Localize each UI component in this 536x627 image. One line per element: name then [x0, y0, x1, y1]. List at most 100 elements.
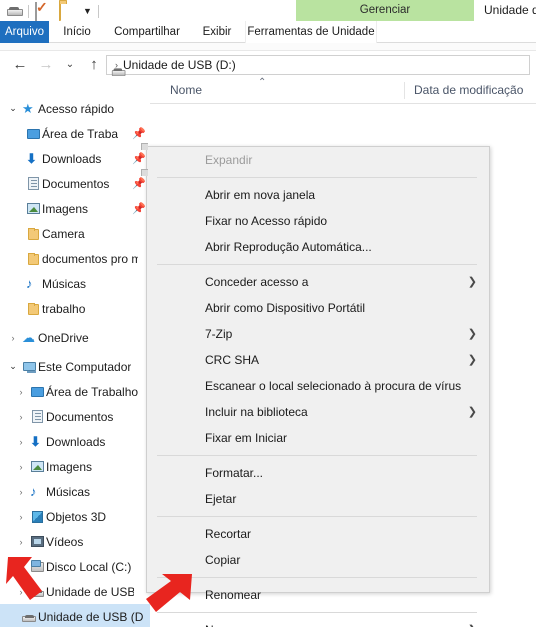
sidebar-item-label: Área de Trabalho: [46, 384, 139, 399]
menu-item-novo[interactable]: Novo ❯: [147, 617, 489, 627]
chevron-down-icon[interactable]: ⌄: [6, 103, 20, 114]
window-title: Unidade de USB (D:): [484, 3, 536, 17]
sidebar-item-label: trabalho: [42, 301, 86, 316]
file-explorer-window: ▼ Gerenciar Unidade de USB (D:) Arquivo …: [0, 0, 536, 627]
sidebar-item-musicas[interactable]: ♪ Músicas: [0, 271, 150, 296]
chevron-right-icon[interactable]: ›: [14, 412, 28, 422]
sidebar-item-pc-area-de-trabalho[interactable]: › Área de Trabalho: [0, 379, 150, 404]
sidebar-item-documentos[interactable]: Documentos 📌: [0, 171, 150, 196]
menu-item-crc-sha[interactable]: CRC SHA ❯: [147, 347, 489, 373]
drive-icon[interactable]: [6, 3, 22, 19]
menu-item-abrir-reproducao-automatica[interactable]: Abrir Reprodução Automática...: [147, 234, 489, 260]
menu-item-conceder-acesso-a[interactable]: Conceder acesso a ❯: [147, 269, 489, 295]
menu-item-label: CRC SHA: [205, 353, 260, 367]
chevron-right-icon[interactable]: ›: [14, 462, 28, 472]
sidebar-item-unidade-usb-selected[interactable]: Unidade de USB (D:): [0, 604, 150, 627]
sidebar-item-area-de-trabalho[interactable]: Área de Trabalho 📌: [0, 121, 150, 146]
menu-item-abrir-como-dispositivo-portatil[interactable]: Abrir como Dispositivo Portátil: [147, 295, 489, 321]
menu-item-escanear-virus[interactable]: Escanear o local selecionado à procura d…: [147, 373, 489, 399]
sidebar-item-label: Imagens: [42, 201, 89, 216]
harddisk-icon: [28, 559, 46, 572]
up-button[interactable]: ↑: [84, 55, 104, 75]
menu-separator: [157, 577, 477, 578]
sidebar-item-camera[interactable]: Camera: [0, 221, 150, 246]
context-menu: Expandir Abrir em nova janela Fixar no A…: [141, 143, 490, 627]
tab-ferramentas-de-unidade[interactable]: Ferramentas de Unidade: [245, 21, 377, 43]
sidebar-item-objetos-3d[interactable]: › Objetos 3D: [0, 504, 150, 529]
chevron-right-icon: ❯: [468, 617, 477, 627]
properties-icon[interactable]: [35, 2, 51, 21]
chevron-down-icon[interactable]: ▼: [83, 3, 92, 19]
menu-item-formatar[interactable]: Formatar...: [147, 460, 489, 486]
menu-item-recortar[interactable]: Recortar: [147, 521, 489, 547]
pin-icon[interactable]: 📌: [132, 177, 146, 190]
quick-access-toolbar: ▼: [6, 2, 105, 21]
sidebar-item-pc-musicas[interactable]: › ♪ Músicas: [0, 479, 150, 504]
back-button[interactable]: ←: [10, 55, 30, 75]
menu-item-7-zip[interactable]: 7-Zip ❯: [147, 321, 489, 347]
menu-item-renomear[interactable]: Renomear: [147, 582, 489, 608]
address-bar[interactable]: › Unidade de USB (D:): [106, 55, 530, 75]
sidebar-item-pc-imagens[interactable]: › Imagens: [0, 454, 150, 479]
tab-exibir[interactable]: Exibir: [189, 21, 245, 43]
sidebar-item-videos[interactable]: › Vídeos: [0, 529, 150, 554]
sidebar-item-documentos-pro-m[interactable]: documentos pro m: [0, 246, 150, 271]
menu-separator: [157, 455, 477, 456]
sidebar-item-label: Imagens: [46, 459, 93, 474]
column-header-data-modificacao[interactable]: Data de modificação: [414, 78, 523, 103]
sidebar-group-onedrive[interactable]: › ☁ OneDrive: [0, 325, 150, 350]
navigation-bar: ← → ⌄ ↑ › Unidade de USB (D:): [0, 51, 536, 78]
pin-icon[interactable]: 📌: [132, 127, 146, 140]
breadcrumb[interactable]: Unidade de USB (D:): [123, 58, 236, 72]
download-icon: ⬇: [30, 433, 41, 449]
tab-compartilhar[interactable]: Compartilhar: [105, 21, 189, 43]
menu-item-ejetar[interactable]: Ejetar: [147, 486, 489, 512]
sidebar-group-label: Acesso rápido: [38, 101, 115, 116]
sidebar-item-label: Disco Local (C:): [46, 559, 132, 574]
download-icon: ⬇: [26, 150, 37, 166]
usb-drive-icon: [20, 612, 38, 622]
chevron-right-icon: ❯: [467, 276, 477, 288]
column-header-row: Nome ⌃ Data de modificação: [150, 77, 536, 104]
sidebar-group-label: OneDrive: [38, 330, 89, 345]
menu-item-label: Novo: [205, 623, 233, 627]
sidebar-item-downloads[interactable]: ⬇ Downloads 📌: [0, 146, 150, 171]
menu-item-label: 7-Zip: [205, 327, 233, 341]
menu-item-abrir-em-nova-janela[interactable]: Abrir em nova janela: [147, 182, 489, 208]
chevron-right-icon[interactable]: ›: [14, 387, 28, 397]
ribbon-body: [0, 43, 536, 51]
chevron-right-icon[interactable]: ›: [14, 537, 28, 547]
menu-item-copiar[interactable]: Copiar: [147, 547, 489, 573]
sidebar-item-label: Downloads: [46, 434, 106, 449]
menu-item-fixar-no-acesso-rapido[interactable]: Fixar no Acesso rápido: [147, 208, 489, 234]
menu-item-expandir: Expandir: [205, 153, 253, 167]
sidebar-item-pc-documentos[interactable]: › Documentos: [0, 404, 150, 429]
column-header-nome[interactable]: Nome: [170, 78, 202, 103]
menu-item-fixar-em-iniciar[interactable]: Fixar em Iniciar: [147, 425, 489, 451]
column-divider[interactable]: [404, 82, 405, 99]
new-folder-icon[interactable]: [59, 2, 75, 21]
tab-arquivo[interactable]: Arquivo: [0, 21, 49, 43]
chevron-right-icon[interactable]: ›: [14, 437, 28, 447]
ribbon-tab-strip: Arquivo Início Compartilhar Exibir Ferra…: [0, 21, 536, 43]
chevron-right-icon[interactable]: ›: [14, 487, 28, 497]
chevron-down-icon[interactable]: ⌄: [6, 361, 20, 372]
chevron-right-icon[interactable]: ›: [14, 512, 28, 522]
tab-inicio[interactable]: Início: [49, 21, 105, 43]
sidebar-group-acesso-rapido[interactable]: ⌄ ★ Acesso rápido: [0, 96, 150, 121]
chevron-right-icon[interactable]: ›: [14, 562, 28, 572]
sidebar-item-trabalho[interactable]: trabalho: [0, 296, 150, 321]
chevron-right-icon[interactable]: ›: [6, 333, 20, 343]
sidebar-item-disco-local-c[interactable]: › Disco Local (C:): [0, 554, 150, 579]
pin-icon[interactable]: 📌: [132, 202, 146, 215]
sidebar-item-label: Camera: [42, 226, 85, 241]
desktop-icon: [24, 128, 42, 139]
chevron-right-icon[interactable]: ›: [14, 587, 28, 597]
sidebar-item-imagens[interactable]: Imagens 📌: [0, 196, 150, 221]
sort-ascending-icon: ⌃: [258, 77, 267, 88]
sidebar-group-este-computador[interactable]: ⌄ Este Computador: [0, 354, 150, 379]
menu-item-incluir-na-biblioteca[interactable]: Incluir na biblioteca ❯: [147, 399, 489, 425]
sidebar-item-pc-downloads[interactable]: › ⬇ Downloads: [0, 429, 150, 454]
sidebar-item-unidade-usb-child[interactable]: › Unidade de USB (D:): [0, 579, 150, 604]
recent-locations-button[interactable]: ⌄: [60, 55, 80, 75]
